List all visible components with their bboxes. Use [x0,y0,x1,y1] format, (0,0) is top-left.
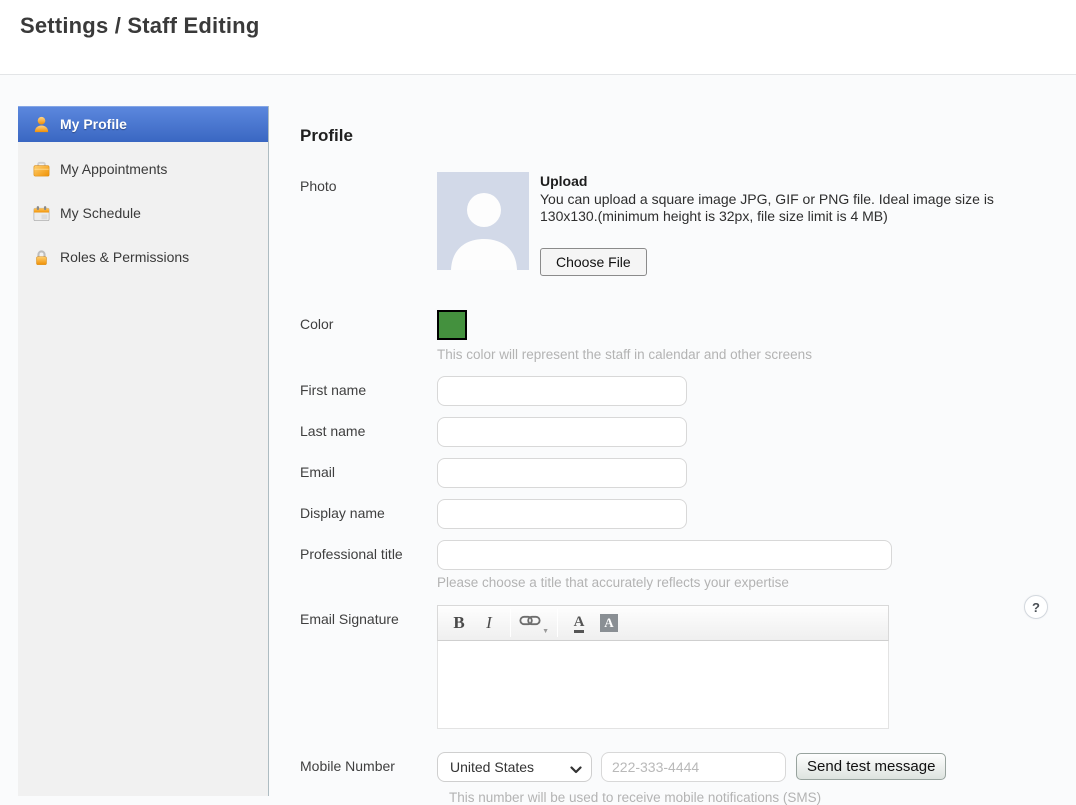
display-name-field[interactable] [437,499,687,530]
professional-title-hint: Please choose a title that accurately re… [437,575,789,591]
upload-description: You can upload a square image JPG, GIF o… [540,191,994,225]
photo-label: Photo [300,178,337,194]
email-field[interactable] [437,458,687,489]
background-color-icon: A [600,614,618,633]
font-color-icon: A [573,613,585,634]
sidebar-item-label: Roles & Permissions [60,249,190,265]
last-name-row: Last name [300,417,1076,448]
settings-sidebar: My Profile My Appointments My Schedule R… [18,106,269,796]
sidebar-item-my-schedule[interactable]: My Schedule [18,195,268,231]
person-icon [32,115,51,134]
choose-file-button[interactable]: Choose File [540,248,647,277]
phone-input[interactable] [601,752,786,783]
font-color-button[interactable]: A [566,609,592,637]
photo-row: Photo Upload You can upload a square ima… [300,172,1076,277]
signature-toolbar: B I ▼ A A [437,605,889,642]
email-label: Email [300,464,336,481]
email-signature-editor: B I ▼ A A [437,605,889,734]
staff-color-swatch[interactable] [437,310,467,341]
display-name-label: Display name [300,505,385,522]
upload-title: Upload [540,173,588,189]
sidebar-item-label: My Appointments [60,161,168,177]
sidebar-item-my-profile[interactable]: My Profile [18,106,268,142]
briefcase-icon [32,160,51,179]
page-header: Settings / Staff Editing [0,0,1076,75]
sidebar-item-label: My Schedule [60,205,141,221]
sidebar-item-roles-permissions[interactable]: Roles & Permissions [18,239,268,275]
avatar-placeholder [437,172,529,270]
background-color-button[interactable]: A [596,609,622,637]
first-name-row: First name [300,376,1076,407]
signature-textarea[interactable] [437,641,889,730]
professional-title-label: Professional title [300,546,403,563]
sidebar-item-my-appointments[interactable]: My Appointments [18,151,268,187]
email-signature-row: Email Signature B I ▼ A A [300,605,1076,734]
display-name-row: Display name [300,499,1076,530]
staff-editing-page: Settings / Staff Editing My Profile My A… [0,0,1076,805]
link-button[interactable]: ▼ [519,609,549,637]
mobile-number-label: Mobile Number [300,758,395,775]
send-test-message-button[interactable]: Send test message [796,753,947,781]
mobile-number-hint: This number will be used to receive mobi… [449,790,822,805]
color-hint: This color will represent the staff in c… [437,347,812,363]
email-signature-label: Email Signature [300,611,399,628]
italic-button[interactable]: I [476,609,502,637]
first-name-field[interactable] [437,376,687,407]
page-title: Settings / Staff Editing [20,13,260,38]
last-name-label: Last name [300,423,366,440]
profile-form: Profile Photo Upload You can upload a sq… [269,75,1076,805]
last-name-field[interactable] [437,417,687,448]
color-label: Color [300,316,334,333]
country-select[interactable]: United States [437,752,592,783]
help-button[interactable]: ? [1024,595,1048,619]
color-row: Color This color will represent the staf… [300,310,1076,362]
mobile-number-row: Mobile Number United States 222-333-4444… [300,752,1076,805]
calendar-icon [32,204,51,223]
professional-title-row: Professional title Please choose a title… [300,540,1076,590]
chevron-down-icon: ▼ [542,628,549,636]
country-select-wrap: United States [437,752,592,783]
bold-button[interactable]: B [446,609,472,637]
section-heading: Profile [300,126,353,145]
first-name-label: First name [300,382,367,399]
sidebar-item-label: My Profile [60,116,127,132]
professional-title-field[interactable] [437,540,892,571]
email-row: Email [300,458,1076,489]
lock-icon [32,248,51,267]
link-icon [519,614,541,632]
